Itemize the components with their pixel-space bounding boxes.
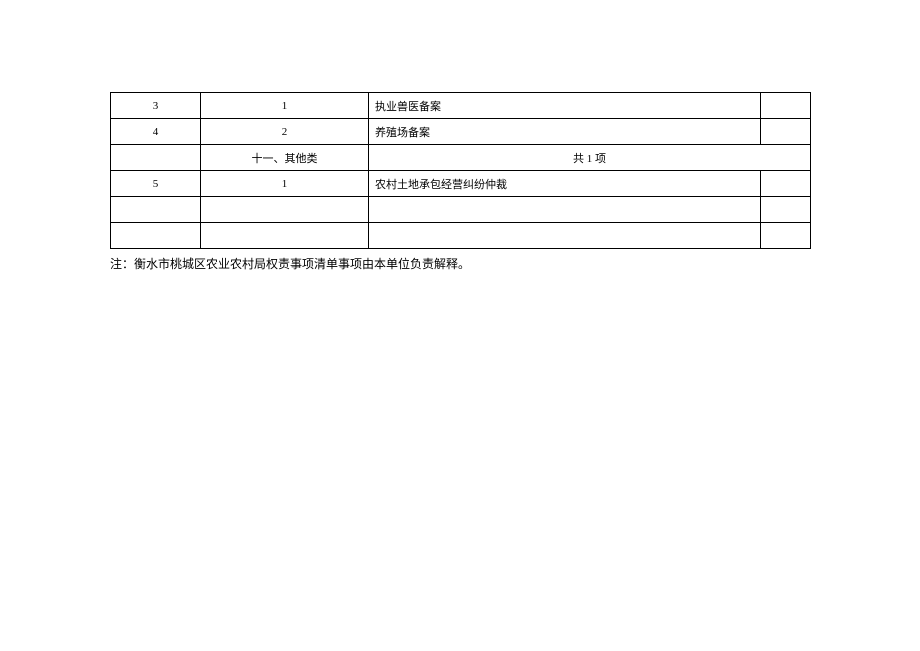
cell-index: 4: [111, 119, 201, 145]
table-row: 4 2 养殖场备案: [111, 119, 811, 145]
cell-item: 养殖场备案: [369, 119, 761, 145]
cell-extra: [761, 197, 811, 223]
table-row: 5 1 农村土地承包经营纠纷仲裁: [111, 171, 811, 197]
table-row: [111, 223, 811, 249]
cell-subindex: 1: [201, 171, 369, 197]
cell-extra: [761, 171, 811, 197]
footnote: 注：衡水市桃城区农业农村局权责事项清单事项由本单位负责解释。: [110, 255, 920, 272]
cell-item: [369, 197, 761, 223]
cell-item: [369, 223, 761, 249]
table-row: [111, 197, 811, 223]
cell-item: 农村土地承包经营纠纷仲裁: [369, 171, 761, 197]
table-row: 3 1 执业兽医备案: [111, 93, 811, 119]
cell-subindex: 1: [201, 93, 369, 119]
cell-item: 执业兽医备案: [369, 93, 761, 119]
cell-index: 3: [111, 93, 201, 119]
cell-index: [111, 197, 201, 223]
data-table: 3 1 执业兽医备案 4 2 养殖场备案 十一、其他类 共 1 项 5 1 农村…: [110, 92, 811, 249]
cell-index: [111, 145, 201, 171]
cell-extra: [761, 223, 811, 249]
cell-index: 5: [111, 171, 201, 197]
cell-section-title: 十一、其他类: [201, 145, 369, 171]
table-section-row: 十一、其他类 共 1 项: [111, 145, 811, 171]
cell-subindex: [201, 223, 369, 249]
cell-subindex: [201, 197, 369, 223]
cell-extra: [761, 93, 811, 119]
cell-section-count: 共 1 项: [369, 145, 811, 171]
cell-index: [111, 223, 201, 249]
cell-extra: [761, 119, 811, 145]
cell-subindex: 2: [201, 119, 369, 145]
